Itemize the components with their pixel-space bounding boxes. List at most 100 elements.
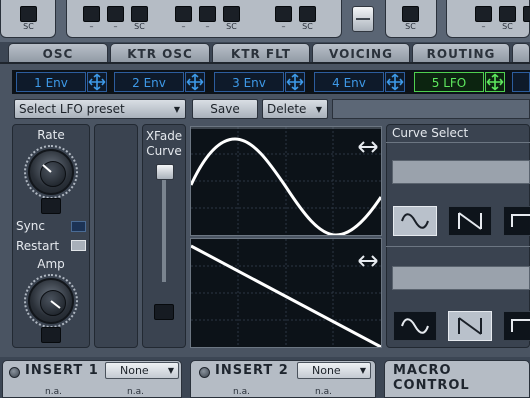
top-box[interactable] — [523, 6, 530, 22]
top-panel-center: – – SC – – SC – SC — [66, 0, 342, 38]
top-panel-right-b: – SC — [446, 0, 530, 38]
chevron-down-icon: ▼ — [173, 105, 180, 114]
tab-voicing[interactable]: VOICING — [312, 43, 410, 63]
preset-row-filler — [332, 99, 530, 119]
rate-value-box[interactable] — [41, 198, 61, 214]
insert-1-title: INSERT 1 — [25, 363, 99, 378]
insert-1-panel: INSERT 1 None ▼ n.a. n.a. — [2, 360, 182, 398]
top-box[interactable] — [299, 6, 316, 22]
divider — [386, 246, 530, 247]
xfade-track — [162, 168, 166, 282]
top-box[interactable] — [131, 6, 148, 22]
insert-1-param-1: n.a. — [45, 387, 62, 397]
top-label: SC — [302, 22, 313, 31]
macro-control-panel: MACRO CONTROL — [384, 360, 530, 398]
sine-curve-button-lower[interactable] — [393, 311, 437, 341]
top-panel-right-a: SC — [385, 0, 437, 38]
top-panel-left: SC — [0, 0, 56, 38]
tab-routing[interactable]: ROUTING — [412, 43, 510, 63]
top-box[interactable] — [199, 6, 216, 22]
amp-knob[interactable] — [24, 274, 78, 328]
curve-select-bar-lower[interactable] — [392, 266, 530, 290]
top-box[interactable] — [175, 6, 192, 22]
top-box[interactable] — [223, 6, 240, 22]
tab-more[interactable] — [512, 43, 530, 63]
top-label: SC — [405, 22, 416, 31]
top-label: SC — [502, 22, 513, 31]
move-icon[interactable] — [87, 72, 107, 92]
env-button-3[interactable]: 3 Env — [214, 72, 284, 92]
tab-ktr-osc[interactable]: KTR OSC — [110, 43, 210, 63]
insert-2-param-2: n.a. — [315, 387, 332, 397]
square-curve-button-lower[interactable] — [503, 311, 530, 341]
top-box[interactable] — [275, 6, 292, 22]
restart-label: Restart — [16, 239, 60, 253]
tab-ktr-flt[interactable]: KTR FLT — [212, 43, 310, 63]
saw-curve-button-lower[interactable] — [448, 311, 492, 341]
square-wave-icon — [511, 319, 530, 332]
move-icon[interactable] — [285, 72, 305, 92]
sine-wave-icon — [401, 318, 429, 334]
move-icon[interactable] — [485, 72, 505, 92]
lfo-curve-display-upper[interactable] — [189, 126, 383, 237]
insert-1-value: None — [120, 364, 149, 377]
save-button[interactable]: Save — [192, 99, 258, 119]
top-label: – — [181, 22, 186, 31]
saw-curve-button-upper[interactable] — [448, 206, 492, 236]
env-button-1[interactable]: 1 Env — [16, 72, 86, 92]
amp-value-box[interactable] — [41, 327, 61, 343]
top-box[interactable] — [107, 6, 124, 22]
env-button-4[interactable]: 4 Env — [314, 72, 384, 92]
curve-select-bar-upper[interactable] — [392, 160, 530, 184]
divider — [386, 142, 530, 143]
sine-curve-button-upper[interactable] — [393, 206, 437, 236]
insert-2-select[interactable]: None ▼ — [297, 362, 371, 379]
sine-wave-icon — [401, 213, 429, 229]
xfade-value-box[interactable] — [154, 304, 174, 320]
knob-pointer-icon — [50, 300, 61, 309]
saw-wave-icon — [458, 317, 482, 335]
top-box[interactable] — [83, 6, 100, 22]
insert-2-value: None — [312, 364, 341, 377]
top-label: SC — [134, 22, 145, 31]
top-label: – — [89, 22, 94, 31]
curve-label: Curve — [146, 144, 182, 158]
top-label: – — [481, 22, 486, 31]
rate-knob[interactable] — [24, 145, 78, 199]
insert-1-power-icon[interactable] — [9, 367, 20, 378]
top-label: – — [205, 22, 210, 31]
lfo-preset-label: Select LFO preset — [19, 102, 125, 116]
insert-1-select[interactable]: None ▼ — [105, 362, 179, 379]
macro-control-title: MACRO CONTROL — [393, 363, 470, 393]
saw-wave-icon — [458, 212, 482, 230]
move-icon[interactable] — [385, 72, 405, 92]
sync-toggle[interactable] — [71, 221, 86, 232]
chevron-down-icon: ▼ — [315, 105, 322, 114]
top-label: SC — [226, 22, 237, 31]
top-box[interactable] — [20, 6, 37, 22]
top-box[interactable] — [475, 6, 492, 22]
xfade-slider-handle[interactable] — [156, 164, 174, 180]
move-icon[interactable] — [185, 72, 205, 92]
env-button-2[interactable]: 2 Env — [114, 72, 184, 92]
top-label: SC — [23, 22, 34, 31]
top-box[interactable] — [402, 6, 419, 22]
top-slider-knob[interactable] — [352, 6, 374, 32]
insert-2-param-1: n.a. — [233, 387, 250, 397]
square-curve-button-upper[interactable] — [503, 206, 530, 236]
env-button-more[interactable] — [512, 72, 530, 92]
curve-select-title: Curve Select — [392, 126, 469, 140]
lfo-preset-select[interactable]: Select LFO preset ▼ — [14, 99, 186, 119]
lfo-curve-display-lower[interactable] — [190, 238, 382, 349]
lfo-button-5[interactable]: 5 LFO — [414, 72, 484, 92]
delete-button[interactable]: Delete ▼ — [262, 99, 328, 119]
tab-osc[interactable]: OSC — [8, 43, 108, 63]
chevron-down-icon: ▼ — [167, 366, 174, 375]
insert-2-power-icon[interactable] — [199, 367, 210, 378]
delete-label: Delete — [267, 102, 307, 116]
restart-toggle[interactable] — [71, 240, 86, 251]
expand-horizontal-icon[interactable] — [358, 252, 378, 267]
expand-horizontal-icon[interactable] — [358, 138, 378, 153]
chevron-down-icon: ▼ — [359, 366, 366, 375]
top-box[interactable] — [499, 6, 516, 22]
